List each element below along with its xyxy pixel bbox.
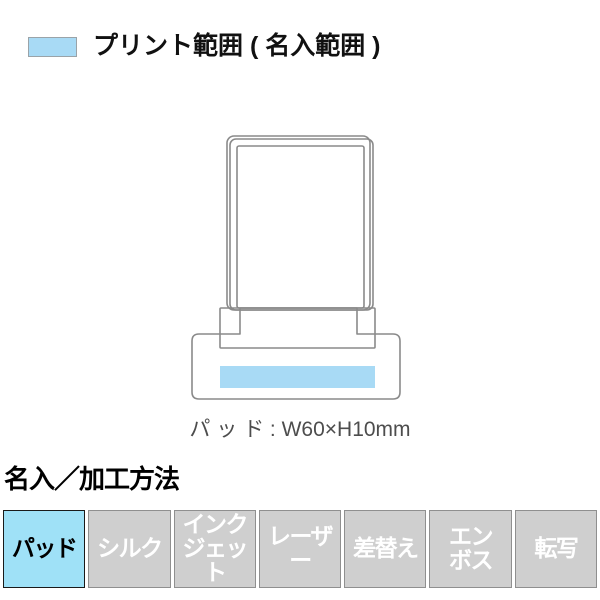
method-tab-emboss-label: エン ボス	[449, 523, 494, 573]
method-tab-insert[interactable]: 差替え	[344, 510, 427, 588]
imprint-method-tabs: パッド シルク インク ジェット レーザー 差替え エン ボス 転写	[3, 510, 597, 588]
method-tab-insert-label: 差替え	[353, 535, 419, 562]
method-tab-silk[interactable]: シルク	[88, 510, 171, 588]
print-area-legend: プリント範囲 ( 名入範囲 )	[28, 34, 381, 59]
method-tab-laser[interactable]: レーザー	[258, 510, 342, 588]
method-tab-inkjet[interactable]: インク ジェット	[173, 510, 256, 588]
method-tab-transfer[interactable]: 転写	[514, 510, 597, 588]
method-tab-silk-label: シルク	[97, 535, 163, 562]
print-area-legend-label: プリント範囲 ( 名入範囲 )	[93, 32, 381, 60]
method-tab-emboss[interactable]: エン ボス	[429, 510, 512, 588]
imprint-method-heading: 名入／加工方法	[4, 464, 180, 494]
product-frame-outer	[226, 135, 371, 311]
method-tab-pad[interactable]: パッド	[3, 510, 86, 588]
method-tab-inkjet-label: インク ジェット	[182, 511, 248, 585]
method-tab-transfer-label: 転写	[534, 535, 579, 562]
product-diagram	[191, 135, 401, 400]
print-area-swatch-icon	[28, 36, 77, 57]
product-frame-outer-shadow	[229, 138, 374, 311]
product-illustration	[0, 100, 600, 410]
product-collar-outline	[219, 307, 376, 349]
product-frame-inner	[236, 145, 365, 309]
print-area-highlight	[220, 366, 375, 388]
method-tab-laser-label: レーザー	[267, 523, 334, 573]
method-tab-pad-label: パッド	[11, 535, 78, 562]
print-size-caption: パ ッ ド : W60×H10mm	[189, 418, 411, 441]
